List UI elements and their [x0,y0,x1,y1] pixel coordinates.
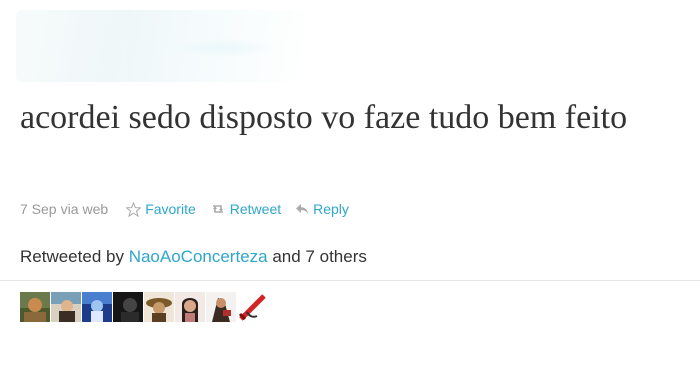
tweet-meta: 7 Sep via web Favorite Retweet Reply [20,201,349,217]
reply-label: Reply [313,201,349,217]
avatar[interactable] [82,292,112,322]
retweeter-avatars [20,292,267,322]
retweeted-suffix: and 7 others [272,247,367,266]
retweeter-link[interactable]: NaoAoConcerteza [129,247,268,266]
via-label: via [60,201,79,217]
retweet-icon [212,205,223,213]
reply-arrow-icon [296,204,309,214]
avatar[interactable] [51,292,81,322]
reply-button[interactable]: Reply [295,201,349,217]
source-link[interactable]: web [83,201,109,217]
avatar[interactable] [113,292,143,322]
retweet-button[interactable]: Retweet [210,201,281,217]
favorite-label: Favorite [145,201,196,217]
avatar[interactable] [20,292,50,322]
retweeted-prefix: Retweeted by [20,247,124,266]
favorite-button[interactable]: Favorite [126,201,196,217]
star-icon [126,201,142,217]
avatar[interactable] [144,292,174,322]
divider [0,280,700,281]
tweet-text: acordei sedo disposto vo faze tudo bem f… [20,99,628,136]
avatar[interactable] [206,292,236,322]
avatar[interactable] [175,292,205,322]
timestamp-link[interactable]: 7 Sep [20,201,57,217]
avatar[interactable] [237,292,267,322]
retweeted-by: Retweeted by NaoAoConcerteza and 7 other… [20,247,367,267]
retweet-label: Retweet [229,201,282,217]
blurred-header [16,10,306,82]
